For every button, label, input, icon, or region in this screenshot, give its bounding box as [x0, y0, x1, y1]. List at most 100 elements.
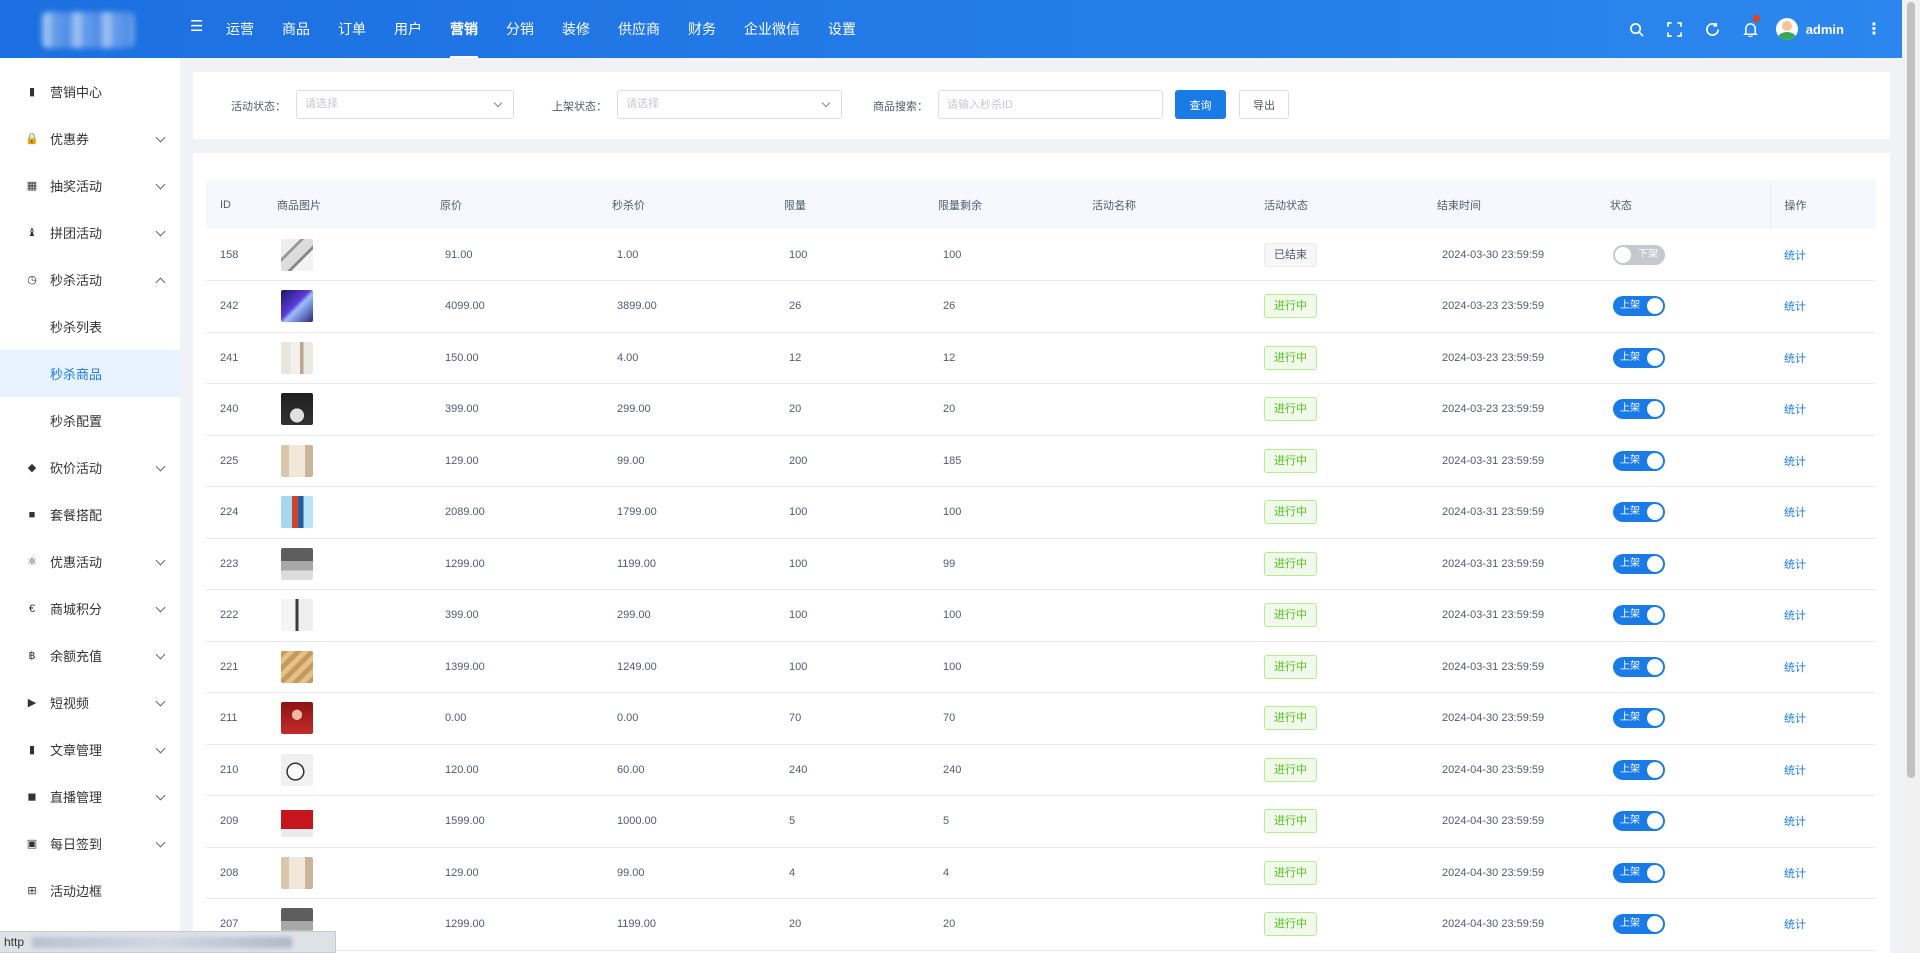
sidebar-item-label: 秒杀活动	[50, 273, 103, 288]
top-nav-item[interactable]: 企业微信	[730, 0, 814, 58]
page-scrollbar[interactable]	[1902, 0, 1920, 953]
statistics-link[interactable]: 统计	[1784, 713, 1806, 725]
product-thumbnail[interactable]	[281, 805, 313, 838]
cell-activity-status: 进行中	[1250, 641, 1423, 693]
top-header: ☰ 运营 商品 订单 用户 营销 分销 装修 供应商 财务 企业微信 设置 admin ⋮	[0, 0, 1902, 58]
product-thumbnail[interactable]	[281, 341, 313, 374]
sidebar-item[interactable]: ■ 套餐搭配	[0, 491, 180, 538]
top-nav-item[interactable]: 供应商	[604, 0, 674, 58]
statistics-link[interactable]: 统计	[1784, 610, 1806, 622]
product-thumbnail[interactable]	[281, 650, 313, 683]
shelf-toggle-switch[interactable]: 下架	[1613, 244, 1665, 265]
statistics-link[interactable]: 统计	[1784, 301, 1806, 313]
sidebar-item[interactable]: ⊞ 活动边框	[0, 867, 180, 914]
statistics-link[interactable]: 统计	[1784, 816, 1806, 828]
statistics-link[interactable]: 统计	[1784, 250, 1806, 262]
product-thumbnail[interactable]	[281, 290, 313, 323]
cell-end-time: 2024-03-23 23:59:59	[1442, 403, 1545, 416]
top-nav-item[interactable]: 商品	[268, 0, 324, 58]
product-thumbnail[interactable]	[281, 496, 313, 529]
statistics-link[interactable]: 统计	[1784, 919, 1806, 931]
statistics-link[interactable]: 统计	[1784, 404, 1806, 416]
statistics-link[interactable]: 统计	[1784, 765, 1806, 777]
cell-seckill-price: 299.00	[617, 609, 651, 622]
sidebar-subitem[interactable]: 秒杀配置	[0, 397, 180, 444]
table-panel: ID 商品图片 原价 秒杀价 限量 限量剩余 活动名称 活动状态 结束时间 状态 操作 158 91.…	[193, 153, 1890, 953]
sidebar-item[interactable]: € 商城积分	[0, 585, 180, 632]
sidebar-item[interactable]: ฿ 余额充值	[0, 632, 180, 679]
search-icon[interactable]	[1618, 0, 1656, 58]
sidebar-item[interactable]: ⚛ 优惠活动	[0, 538, 180, 585]
sidebar-item[interactable]: ◷ 秒杀活动	[0, 256, 180, 303]
shelf-status-select[interactable]: 请选择	[617, 90, 842, 119]
sidebar-item[interactable]: ▦ 抽奖活动	[0, 162, 180, 209]
product-thumbnail[interactable]	[281, 444, 313, 477]
shelf-toggle-switch[interactable]: 上架	[1613, 759, 1665, 780]
cell-operation: 统计	[1770, 796, 1876, 848]
product-search-input[interactable]	[938, 90, 1163, 119]
statistics-link[interactable]: 统计	[1784, 353, 1806, 365]
shelf-toggle-switch[interactable]: 上架	[1613, 450, 1665, 471]
statistics-link[interactable]: 统计	[1784, 559, 1806, 571]
scrollbar-thumb[interactable]	[1907, 2, 1915, 778]
sidebar-item[interactable]: ▮ 营销中心	[0, 68, 180, 115]
product-thumbnail[interactable]	[281, 547, 313, 580]
sidebar-subitem[interactable]: 秒杀商品	[0, 350, 180, 397]
shelf-toggle-switch[interactable]: 上架	[1613, 296, 1665, 317]
top-nav-item[interactable]: 装修	[548, 0, 604, 58]
product-thumbnail[interactable]	[281, 856, 313, 889]
sidebar-item[interactable]: ▮ 文章管理	[0, 726, 180, 773]
activity-status-select[interactable]: 请选择	[296, 90, 514, 119]
product-thumbnail[interactable]	[281, 238, 313, 271]
shelf-toggle-switch[interactable]: 上架	[1613, 656, 1665, 677]
sidebar-item[interactable]: ▶ 短视频	[0, 679, 180, 726]
query-button[interactable]: 查询	[1175, 90, 1226, 119]
statistics-link[interactable]: 统计	[1784, 507, 1806, 519]
statistics-link[interactable]: 统计	[1784, 456, 1806, 468]
cell-image	[263, 796, 426, 848]
sidebar-item[interactable]: 🔒 优惠券	[0, 115, 180, 162]
product-thumbnail[interactable]	[281, 393, 313, 426]
sidebar-item[interactable]: ◼ 直播管理	[0, 773, 180, 820]
cell-seckill-price: 0.00	[617, 712, 639, 725]
shelf-toggle-switch[interactable]: 上架	[1613, 862, 1665, 883]
sidebar-item[interactable]: ◆ 砍价活动	[0, 444, 180, 491]
top-nav-item[interactable]: 用户	[380, 0, 436, 58]
statistics-link[interactable]: 统计	[1784, 662, 1806, 674]
user-menu[interactable]: admin	[1775, 18, 1844, 40]
chevron-down-icon	[155, 743, 166, 754]
sidebar-item[interactable]: ▣ 每日签到	[0, 820, 180, 867]
sidebar-subitem[interactable]: 秒杀列表	[0, 303, 180, 350]
shelf-toggle-switch[interactable]: 上架	[1613, 347, 1665, 368]
top-nav-item[interactable]: 运营	[212, 0, 268, 58]
logo-image	[42, 12, 134, 48]
top-nav-item[interactable]: 分销	[492, 0, 548, 58]
fullscreen-icon[interactable]	[1656, 0, 1694, 58]
cell-end-time: 2024-03-31 23:59:59	[1442, 454, 1545, 467]
more-vertical-icon[interactable]: ⋮	[1866, 19, 1882, 39]
logo[interactable]	[0, 0, 180, 58]
sidebar-item[interactable]: ♝ 拼团活动	[0, 209, 180, 256]
shelf-toggle-switch[interactable]: 上架	[1613, 914, 1665, 935]
shelf-toggle-switch[interactable]: 上架	[1613, 502, 1665, 523]
top-nav-item[interactable]: 订单	[324, 0, 380, 58]
refresh-icon[interactable]	[1694, 0, 1732, 58]
euro-icon: €	[28, 602, 36, 615]
top-nav-item[interactable]: 设置	[814, 0, 870, 58]
menu-collapse-icon[interactable]: ☰	[190, 19, 206, 35]
product-thumbnail[interactable]	[281, 702, 313, 735]
top-nav-item[interactable]: 营销	[436, 0, 492, 58]
product-thumbnail[interactable]	[281, 599, 313, 632]
notification-bell-icon[interactable]	[1732, 0, 1770, 58]
shelf-toggle-switch[interactable]: 上架	[1613, 605, 1665, 626]
shelf-toggle-switch[interactable]: 上架	[1613, 553, 1665, 574]
table-row: 225 129.00 99.00 200 185 进行中 2024-03-31 23:59:…	[206, 435, 1876, 487]
top-nav-item[interactable]: 财务	[674, 0, 730, 58]
statistics-link[interactable]: 统计	[1784, 868, 1806, 880]
export-button[interactable]: 导出	[1239, 90, 1289, 119]
shelf-toggle-switch[interactable]: 上架	[1613, 811, 1665, 832]
cell-original-price: 120.00	[445, 763, 479, 776]
product-thumbnail[interactable]	[281, 753, 313, 786]
shelf-toggle-switch[interactable]: 上架	[1613, 399, 1665, 420]
shelf-toggle-switch[interactable]: 上架	[1613, 708, 1665, 729]
